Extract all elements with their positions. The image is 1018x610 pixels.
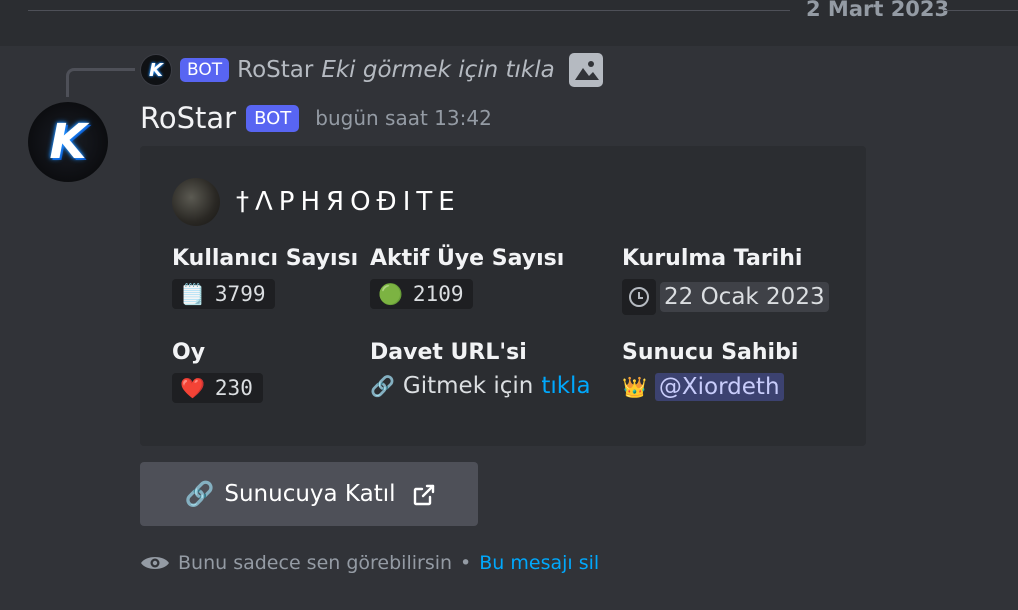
- ephemeral-separator: •: [460, 552, 472, 574]
- reply-avatar[interactable]: K: [140, 54, 172, 86]
- reply-reference[interactable]: K BOT RoStar Eki görmek için tıkla: [140, 53, 603, 87]
- owner-mention[interactable]: @Xiordeth: [654, 373, 784, 401]
- server-name: †ΛPHЯOĐITE: [236, 187, 461, 217]
- invite-text: Gitmek için: [402, 373, 534, 399]
- server-icon: [172, 178, 220, 226]
- field-name: Kullanıcı Sayısı: [172, 246, 359, 271]
- message-timestamp[interactable]: bugün saat 13:42: [315, 106, 492, 130]
- reply-preview-text[interactable]: Eki görmek için tıkla: [321, 57, 554, 83]
- crown-icon: 👑: [622, 375, 647, 399]
- active-members-number: 2109: [412, 282, 464, 306]
- eye-icon: [140, 554, 170, 572]
- bot-tag: BOT: [246, 104, 300, 132]
- created-date-value[interactable]: 22 Ocak 2023: [660, 282, 829, 312]
- divider-date: 2 Mart 2023: [806, 0, 950, 21]
- votes-value: ❤️ 230: [172, 373, 263, 403]
- date-divider: 2 Mart 2023: [0, 0, 1018, 46]
- reply-bot-tag: BOT: [180, 58, 230, 82]
- divider-line-left: [28, 10, 790, 11]
- user-count-number: 3799: [214, 282, 266, 306]
- field-name: Aktif Üye Sayısı: [370, 246, 565, 271]
- field-votes: Oy ❤️ 230: [172, 340, 263, 403]
- author-name[interactable]: RoStar: [140, 101, 236, 135]
- link-icon: 🔗: [370, 374, 395, 398]
- field-name: Kurulma Tarihi: [622, 246, 803, 271]
- ephemeral-notice: Bunu sadece sen görebilirsin • Bu mesajı…: [140, 552, 599, 574]
- link-icon: 🔗: [184, 480, 215, 508]
- user-count-value: 🗒️ 3799: [172, 279, 276, 309]
- divider-line-right: [944, 10, 1018, 11]
- active-members-value: 🟢 2109: [370, 279, 474, 309]
- join-server-label: Sunucuya Katıl: [224, 481, 396, 507]
- invite-link[interactable]: tıkla: [541, 373, 590, 399]
- field-user-count: Kullanıcı Sayısı 🗒️ 3799: [172, 246, 358, 309]
- author-avatar-logo: K: [49, 114, 87, 170]
- votes-number: 230: [214, 376, 253, 400]
- dismiss-message-link[interactable]: Bu mesajı sil: [479, 552, 599, 574]
- notepad-icon: 🗒️: [180, 282, 205, 306]
- reply-spine: [66, 68, 135, 97]
- external-link-icon: [412, 483, 434, 506]
- field-created-date: Kurulma Tarihi 22 Ocak 2023: [622, 246, 829, 315]
- heart-icon: ❤️: [180, 376, 205, 400]
- embed-author: †ΛPHЯOĐITE: [172, 178, 461, 226]
- field-name: Sunucu Sahibi: [622, 340, 799, 365]
- clock-icon: [622, 279, 656, 315]
- field-server-owner: Sunucu Sahibi 👑 @Xiordeth: [622, 340, 798, 401]
- field-invite-url: Davet URL'si 🔗 Gitmek için tıkla: [370, 340, 591, 399]
- server-embed: †ΛPHЯOĐITE Kullanıcı Sayısı 🗒️ 3799 Akti…: [140, 146, 866, 446]
- message-header: RoStar BOT bugün saat 13:42: [140, 101, 492, 135]
- field-name: Davet URL'si: [370, 340, 527, 365]
- ephemeral-text: Bunu sadece sen görebilirsin: [178, 552, 453, 574]
- green-circle-icon: 🟢: [378, 282, 403, 306]
- image-icon[interactable]: [568, 53, 603, 87]
- field-name: Oy: [172, 340, 206, 365]
- reply-author-name[interactable]: RoStar: [237, 57, 313, 83]
- reply-avatar-logo: K: [149, 59, 163, 81]
- field-active-members: Aktif Üye Sayısı 🟢 2109: [370, 246, 564, 309]
- join-server-button[interactable]: 🔗 Sunucuya Katıl: [140, 462, 478, 526]
- author-avatar[interactable]: K: [28, 102, 108, 182]
